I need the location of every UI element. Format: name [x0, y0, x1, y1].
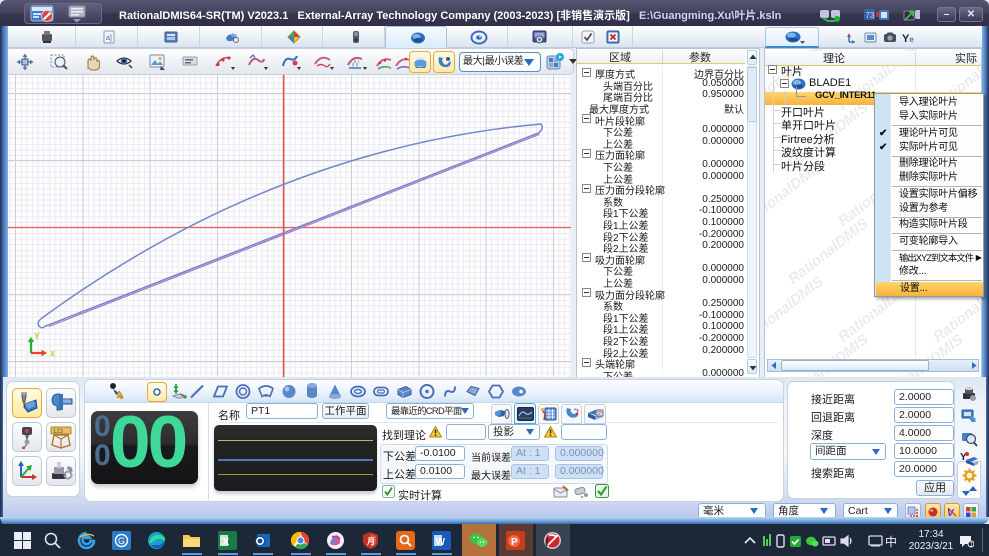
svg-text:G: G [118, 536, 125, 546]
svg-text:123: 123 [53, 429, 64, 435]
svg-text:a]: a] [106, 35, 112, 42]
svg-text:73: 73 [866, 11, 875, 20]
svg-text:x: x [50, 348, 55, 358]
svg-text:Y: Y [34, 331, 40, 341]
svg-text:W: W [436, 537, 446, 548]
svg-text:Ye: Ye [902, 33, 914, 45]
svg-text:月: 月 [366, 537, 375, 546]
svg-text:P: P [511, 537, 518, 548]
svg-text:中: 中 [885, 534, 897, 548]
svg-text:X: X [223, 537, 230, 548]
